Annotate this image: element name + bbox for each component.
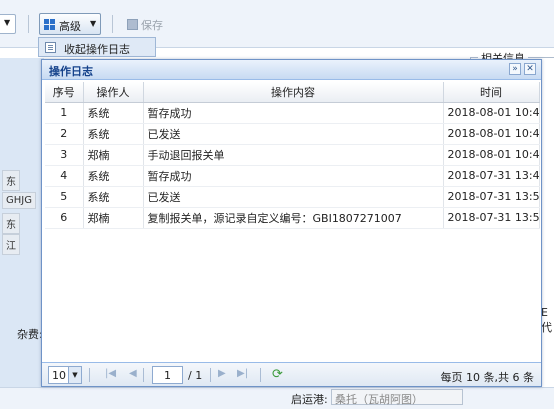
save-button[interactable]: 保存 <box>127 17 163 33</box>
column-header[interactable]: 操作人 <box>83 82 144 103</box>
prev-page-icon[interactable]: ◀ <box>129 368 137 379</box>
first-page-icon[interactable]: |◀ <box>105 368 116 379</box>
window-title: 操作日志 <box>49 65 93 78</box>
menu-item-collapse-log[interactable]: 收起操作日志 <box>38 37 156 57</box>
total-pages: / 1 <box>188 369 203 382</box>
close-icon[interactable]: ✕ <box>524 63 536 75</box>
form-field-fragment: 东 <box>2 213 20 234</box>
cell-content: 手动退回报关单 <box>143 144 444 166</box>
departure-port-label: 启运港: <box>291 393 328 406</box>
window-header: 操作日志 » ✕ <box>42 60 541 80</box>
toolbar-separator <box>112 15 113 33</box>
table-row[interactable]: 1 系统 暂存成功 2018-08-01 10:46 <box>45 102 540 124</box>
misc-fee-label: 杂费: <box>17 328 43 341</box>
cell-operator: 系统 <box>83 186 144 208</box>
refresh-icon[interactable]: ⟳ <box>272 367 283 382</box>
chevron-down-icon: ▼ <box>68 367 81 383</box>
page-size-value: 10 <box>52 369 66 382</box>
cell-content: 复制报关单，源记录自定义编号：GBI1807271007 <box>143 207 444 229</box>
column-header[interactable]: 操作内容 <box>143 82 444 103</box>
table-row[interactable]: 5 系统 已发送 2018-07-31 13:50 <box>45 186 540 208</box>
cell-content: 暂存成功 <box>143 102 444 124</box>
cell-no: 5 <box>45 186 84 208</box>
last-page-icon[interactable]: ▶| <box>237 368 248 379</box>
cell-time: 2018-08-01 10:48 <box>443 144 540 166</box>
cell-operator: 郑楠 <box>83 207 144 229</box>
table-row[interactable]: 2 系统 已发送 2018-08-01 10:48 <box>45 123 540 145</box>
table-row[interactable]: 6 郑楠 复制报关单，源记录自定义编号：GBI1807271007 2018-0… <box>45 207 540 229</box>
page-number-input[interactable]: 1 <box>152 366 183 384</box>
pager-separator <box>260 368 261 382</box>
pager-separator <box>210 368 211 382</box>
log-icon <box>45 42 56 53</box>
pagination-toolbar: 10 ▼ |◀ ◀ 1 / 1 ▶ ▶| ⟳ 每页 10 条,共 6 条 <box>42 362 541 386</box>
form-field-fragment: 东 <box>2 170 20 191</box>
chevron-down-icon: ▼ <box>4 18 11 27</box>
save-label: 保存 <box>141 19 163 32</box>
form-field-fragment: GHJG <box>2 192 36 209</box>
cell-no: 6 <box>45 207 84 229</box>
cell-time: 2018-08-01 10:48 <box>443 123 540 145</box>
menu-item-label: 收起操作日志 <box>64 43 130 56</box>
cell-no: 3 <box>45 144 84 166</box>
departure-port-field[interactable]: 桑托（瓦胡阿图） <box>331 389 463 406</box>
pagination-info: 每页 10 条,共 6 条 <box>440 371 534 384</box>
page-size-select[interactable]: 10 ▼ <box>48 366 82 384</box>
grid-header-row: 序号 操作人 操作内容 时间 <box>45 82 540 103</box>
table-row[interactable]: 3 郑楠 手动退回报关单 2018-08-01 10:48 <box>45 144 540 166</box>
operation-log-window: 操作日志 » ✕ 序号 操作人 操作内容 时间 1 系统 暂存成功 2018-0… <box>41 59 542 387</box>
cell-content: 暂存成功 <box>143 165 444 187</box>
related-info-fragment: E代 <box>541 306 552 334</box>
collapse-icon[interactable]: » <box>509 63 521 75</box>
cell-operator: 系统 <box>83 165 144 187</box>
cell-content: 已发送 <box>143 186 444 208</box>
log-grid: 序号 操作人 操作内容 时间 1 系统 暂存成功 2018-08-01 10:4… <box>45 82 540 229</box>
cell-time: 2018-07-31 13:48 <box>443 165 540 187</box>
column-header[interactable]: 序号 <box>45 82 84 103</box>
advanced-button[interactable]: 高级 ▼ <box>39 13 101 35</box>
next-page-icon[interactable]: ▶ <box>218 368 226 379</box>
cell-time: 2018-08-01 10:46 <box>443 102 540 124</box>
toolbar-dropdown[interactable]: ▼ <box>0 14 16 34</box>
cell-operator: 系统 <box>83 102 144 124</box>
cell-operator: 郑楠 <box>83 144 144 166</box>
cell-operator: 系统 <box>83 123 144 145</box>
form-field-fragment: 江 <box>2 234 20 255</box>
advanced-label: 高级 <box>59 20 81 33</box>
save-icon <box>127 19 138 30</box>
cell-no: 1 <box>45 102 84 124</box>
cell-no: 4 <box>45 165 84 187</box>
cell-time: 2018-07-31 13:50 <box>443 207 540 229</box>
column-header[interactable]: 时间 <box>443 82 540 103</box>
toolbar-separator <box>28 15 29 33</box>
pager-separator <box>89 368 90 382</box>
pager-separator <box>143 368 144 382</box>
chevron-down-icon: ▼ <box>90 19 97 28</box>
table-row[interactable]: 4 系统 暂存成功 2018-07-31 13:48 <box>45 165 540 187</box>
cell-no: 2 <box>45 123 84 145</box>
cell-time: 2018-07-31 13:50 <box>443 186 540 208</box>
grid-icon <box>44 19 55 30</box>
form-bottom-strip <box>0 387 554 409</box>
cell-content: 已发送 <box>143 123 444 145</box>
